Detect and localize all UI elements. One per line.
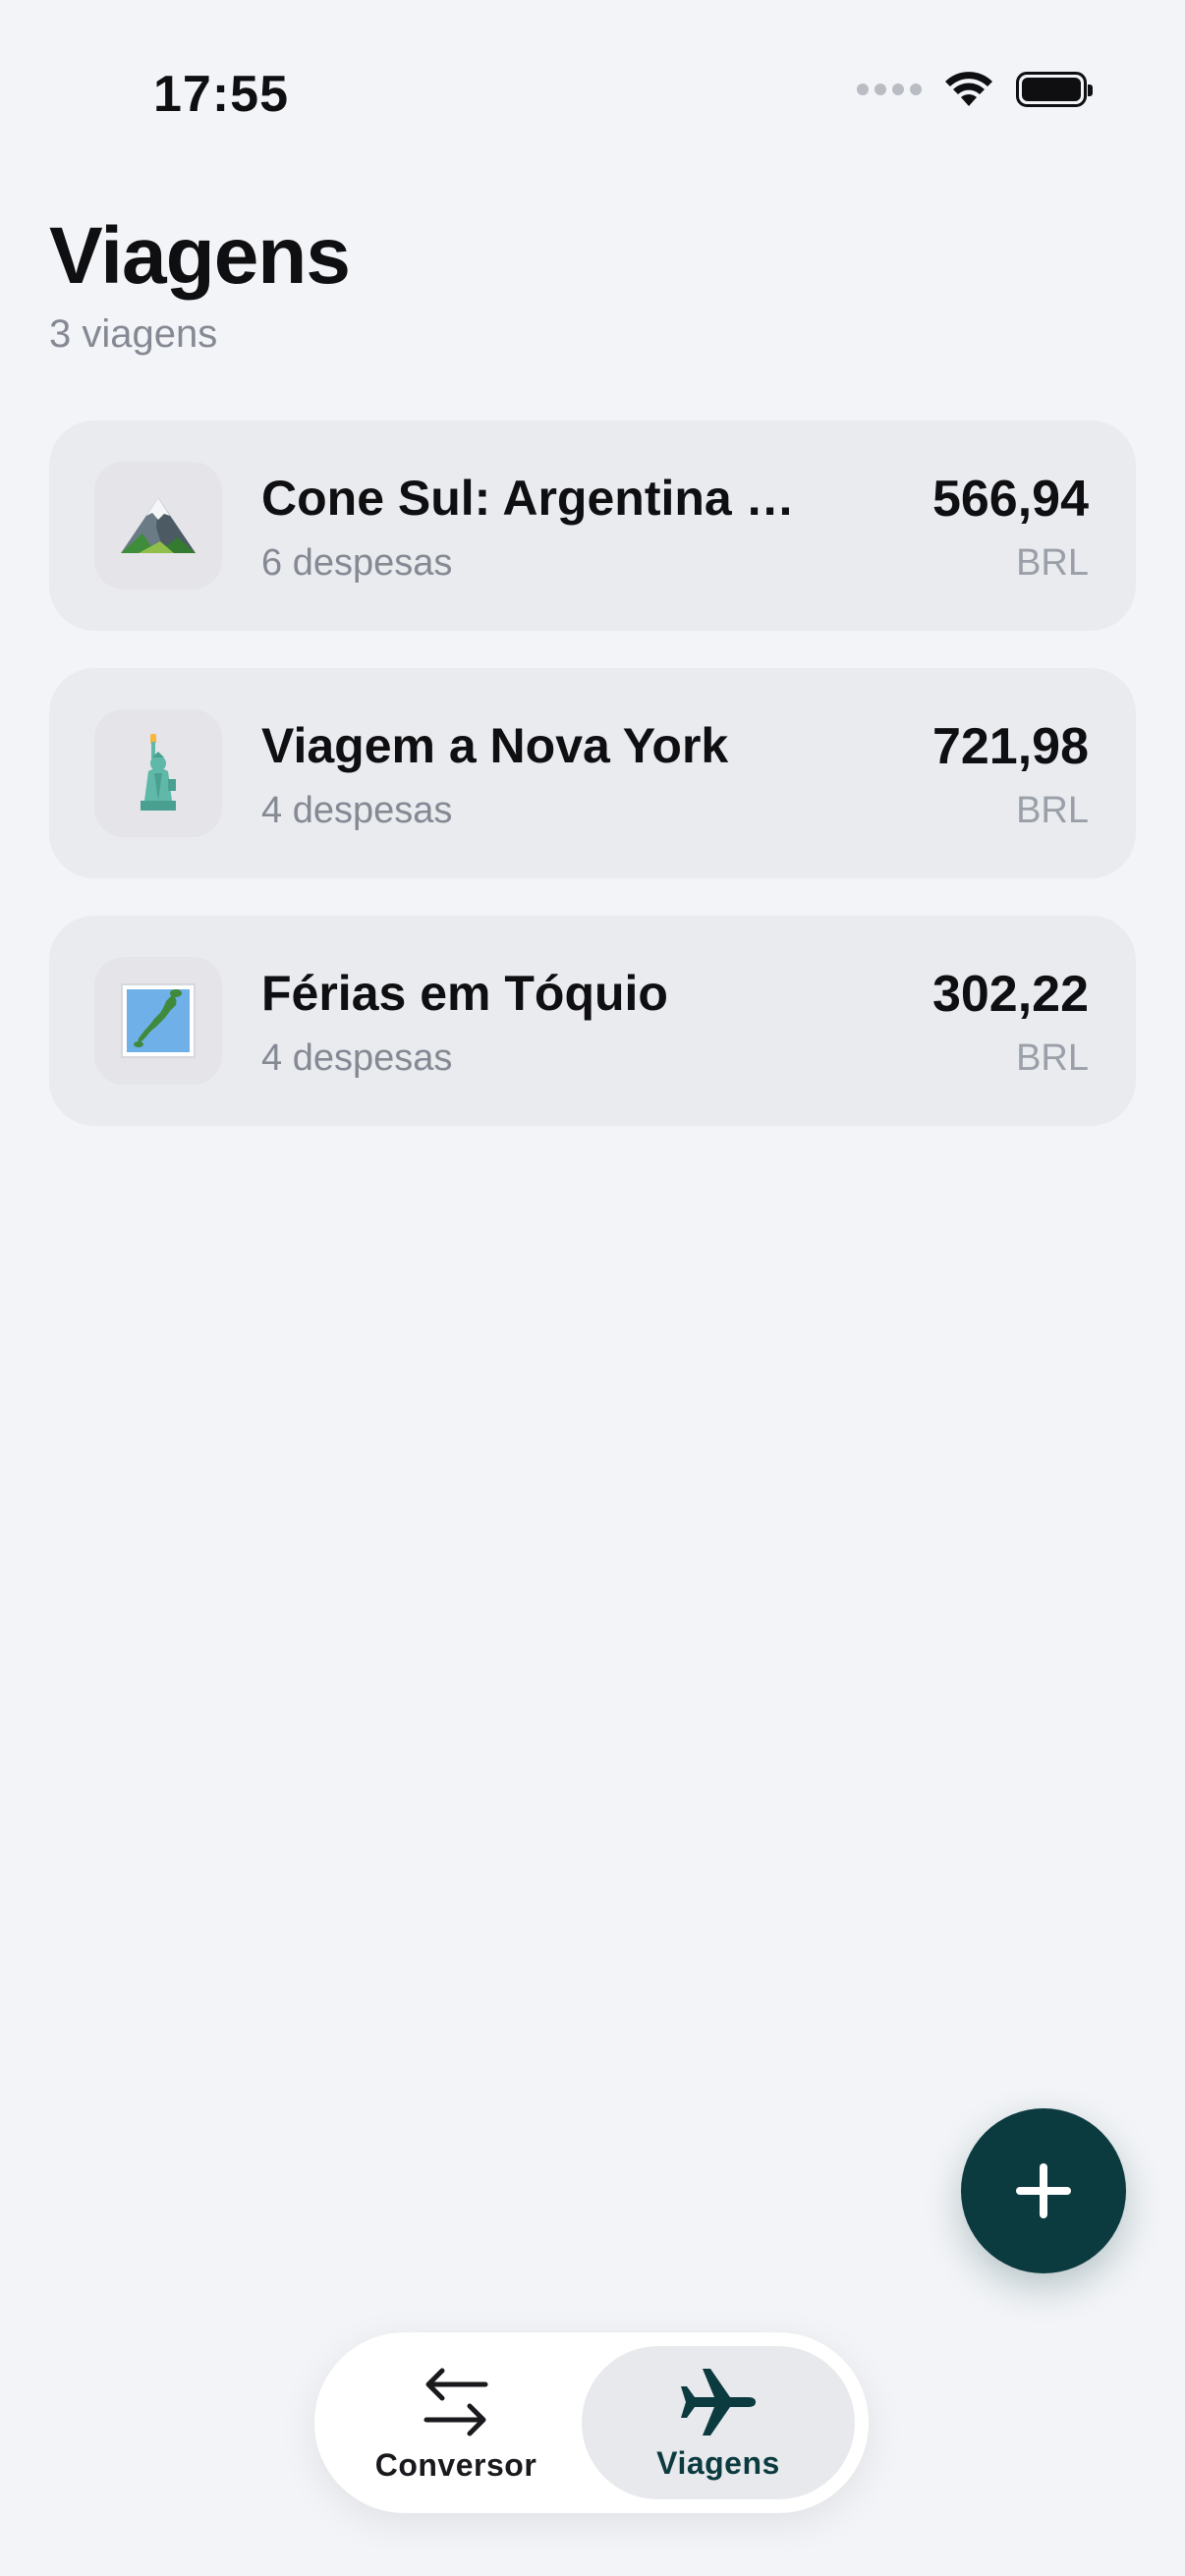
tab-label: Conversor: [374, 2446, 537, 2483]
japan-map-icon: [121, 983, 196, 1058]
trip-card-nova-york[interactable]: Viagem a Nova York 4 despesas 721,98 BRL: [49, 668, 1136, 878]
trip-expense-count: 6 despesas: [261, 542, 453, 584]
statue-of-liberty-icon: [141, 734, 176, 811]
trip-name: Férias em Tóquio: [261, 966, 668, 1021]
trip-icon-container: [94, 957, 222, 1085]
trip-total-amount: 566,94: [931, 471, 1089, 528]
trip-card-cone-sul[interactable]: Cone Sul: Argentina e... 6 despesas 566,…: [49, 420, 1136, 631]
wifi-icon: [945, 72, 992, 106]
trip-currency: BRL: [1016, 1037, 1089, 1079]
add-trip-button[interactable]: [961, 2108, 1126, 2273]
battery-icon: [1016, 72, 1093, 107]
trip-card-toquio[interactable]: Férias em Tóquio 4 despesas 302,22 BRL: [49, 916, 1136, 1126]
trip-name: Viagem a Nova York: [261, 718, 729, 773]
page-title: Viagens: [49, 211, 351, 301]
airplane-icon: [681, 2368, 756, 2436]
mountain-icon: [121, 498, 196, 553]
trip-list: Cone Sul: Argentina e... 6 despesas 566,…: [49, 420, 1136, 1163]
status-icons: [857, 71, 1093, 108]
swap-arrows-icon: [423, 2368, 488, 2436]
tab-label: Viagens: [656, 2444, 780, 2481]
tab-conversor[interactable]: Conversor: [328, 2346, 584, 2499]
trip-expense-count: 4 despesas: [261, 1037, 453, 1079]
trip-currency: BRL: [1016, 790, 1089, 831]
trip-total-amount: 302,22: [931, 966, 1089, 1023]
trip-total-amount: 721,98: [931, 718, 1089, 775]
tab-bar: Conversor Viagens: [314, 2332, 869, 2513]
status-time: 17:55: [153, 66, 289, 123]
trip-count-subtitle: 3 viagens: [49, 312, 218, 356]
plus-icon: [1016, 2163, 1071, 2218]
trip-icon-container: [94, 462, 222, 589]
trip-currency: BRL: [1016, 542, 1089, 584]
trips-screen: 17:55 Viagens 3 viagens Cone Sul: Argent…: [0, 0, 1185, 2576]
tab-viagens[interactable]: Viagens: [582, 2346, 855, 2499]
cellular-signal-icon: [857, 84, 922, 95]
trip-expense-count: 4 despesas: [261, 790, 453, 831]
trip-name: Cone Sul: Argentina e...: [261, 471, 812, 526]
trip-icon-container: [94, 709, 222, 837]
